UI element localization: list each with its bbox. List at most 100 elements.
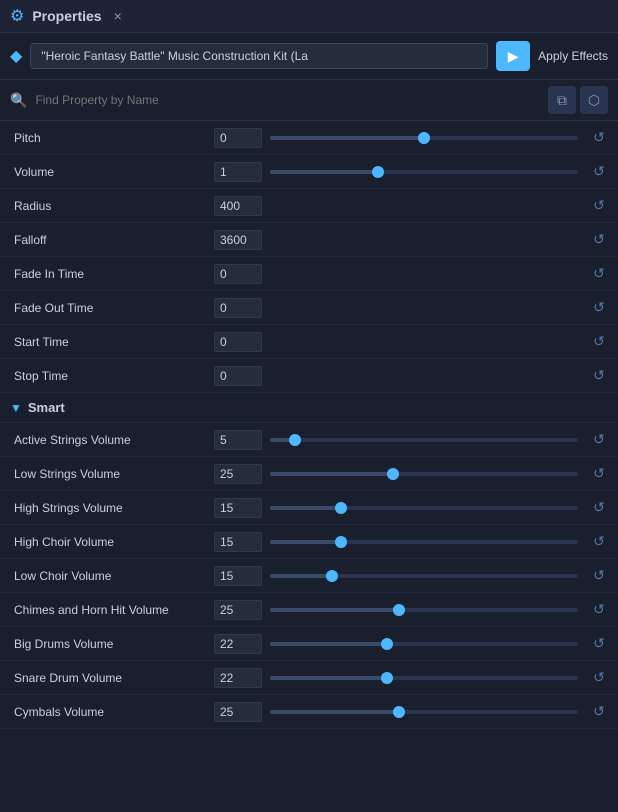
close-button[interactable]: × bbox=[114, 8, 122, 24]
slider-thumb[interactable] bbox=[335, 502, 347, 514]
slider-fill bbox=[270, 710, 399, 714]
property-row: Snare Drum Volume22 ↺ bbox=[0, 661, 618, 695]
property-value[interactable]: 0 bbox=[214, 128, 262, 148]
reset-button[interactable]: ↺ bbox=[590, 129, 608, 147]
copy-button[interactable]: ⧉ bbox=[548, 86, 576, 114]
slider-thumb[interactable] bbox=[372, 166, 384, 178]
property-value[interactable]: 22 bbox=[214, 634, 262, 654]
property-value[interactable]: 3600 bbox=[214, 230, 262, 250]
property-value[interactable]: 0 bbox=[214, 264, 262, 284]
property-row: Low Choir Volume15↺ bbox=[0, 559, 618, 593]
property-value[interactable]: 25 bbox=[214, 702, 262, 722]
smart-properties-list: Active Strings Volume5↺Low Strings Volum… bbox=[0, 423, 618, 729]
reset-button[interactable]: ↺ bbox=[590, 231, 608, 249]
property-row: Volume1 ↺ bbox=[0, 155, 618, 189]
slider-container[interactable] bbox=[270, 574, 578, 578]
slider-thumb[interactable] bbox=[381, 672, 393, 684]
property-value[interactable]: 15 bbox=[214, 566, 262, 586]
property-value[interactable]: 22 bbox=[214, 668, 262, 688]
slider-fill bbox=[270, 574, 332, 578]
search-icon: 🔍 bbox=[10, 92, 27, 109]
property-row: Active Strings Volume5↺ bbox=[0, 423, 618, 457]
slider-thumb[interactable] bbox=[418, 132, 430, 144]
slider-thumb[interactable] bbox=[393, 706, 405, 718]
property-value[interactable]: 25 bbox=[214, 600, 262, 620]
reset-button[interactable]: ↺ bbox=[590, 163, 608, 181]
slider-thumb[interactable] bbox=[289, 434, 301, 446]
reset-button[interactable]: ↺ bbox=[590, 703, 608, 721]
slider-fill bbox=[270, 676, 387, 680]
smart-section-header[interactable]: ▼ Smart bbox=[0, 393, 618, 423]
property-row: Chimes and Horn Hit Volume25 ↺ bbox=[0, 593, 618, 627]
slider-container[interactable] bbox=[270, 506, 578, 510]
property-label: Snare Drum Volume bbox=[14, 671, 214, 685]
property-row: Fade Out Time0 ↺ bbox=[0, 291, 618, 325]
reset-button[interactable]: ↺ bbox=[590, 465, 608, 483]
slider-container[interactable] bbox=[270, 710, 578, 714]
slider-container[interactable] bbox=[270, 642, 578, 646]
slider-fill bbox=[270, 540, 341, 544]
property-row: Falloff3600↺ bbox=[0, 223, 618, 257]
reset-button[interactable]: ↺ bbox=[590, 265, 608, 283]
reset-button[interactable]: ↺ bbox=[590, 567, 608, 585]
property-row: Big Drums Volume22↺ bbox=[0, 627, 618, 661]
icon-buttons: ⧉ ⬡ bbox=[548, 86, 608, 114]
reset-button[interactable]: ↺ bbox=[590, 299, 608, 317]
property-label: High Choir Volume bbox=[14, 535, 214, 549]
property-row: Pitch0 ↺ bbox=[0, 121, 618, 155]
property-value[interactable]: 0 bbox=[214, 366, 262, 386]
property-value[interactable]: 15 bbox=[214, 498, 262, 518]
slider-fill bbox=[270, 472, 393, 476]
property-label: Stop Time bbox=[14, 369, 214, 383]
property-label: Volume bbox=[14, 165, 214, 179]
reset-button[interactable]: ↺ bbox=[590, 635, 608, 653]
slider-thumb[interactable] bbox=[326, 570, 338, 582]
slider-thumb[interactable] bbox=[393, 604, 405, 616]
reset-button[interactable]: ↺ bbox=[590, 669, 608, 687]
property-value[interactable]: 400 bbox=[214, 196, 262, 216]
slider-thumb[interactable] bbox=[335, 536, 347, 548]
asset-name: "Heroic Fantasy Battle" Music Constructi… bbox=[30, 43, 488, 69]
slider-thumb[interactable] bbox=[387, 468, 399, 480]
property-label: Radius bbox=[14, 199, 214, 213]
basic-properties-list: Pitch0↺Volume1↺Radius400↺Falloff3600↺Fad… bbox=[0, 121, 618, 393]
reset-button[interactable]: ↺ bbox=[590, 533, 608, 551]
reset-button[interactable]: ↺ bbox=[590, 197, 608, 215]
search-input[interactable] bbox=[35, 93, 540, 107]
slider-container[interactable] bbox=[270, 676, 578, 680]
property-value[interactable]: 5 bbox=[214, 430, 262, 450]
property-label: High Strings Volume bbox=[14, 501, 214, 515]
property-label: Pitch bbox=[14, 131, 214, 145]
property-value[interactable]: 0 bbox=[214, 332, 262, 352]
property-value[interactable]: 1 bbox=[214, 162, 262, 182]
slider-container[interactable] bbox=[270, 540, 578, 544]
property-label: Fade Out Time bbox=[14, 301, 214, 315]
slider-container[interactable] bbox=[270, 608, 578, 612]
property-row: Fade In Time0↺ bbox=[0, 257, 618, 291]
property-value[interactable]: 15 bbox=[214, 532, 262, 552]
title-bar-label: Properties bbox=[32, 8, 101, 24]
header-bar: ◆ "Heroic Fantasy Battle" Music Construc… bbox=[0, 33, 618, 80]
reset-button[interactable]: ↺ bbox=[590, 499, 608, 517]
smart-section-title: Smart bbox=[28, 400, 65, 415]
property-row: Cymbals Volume25 ↺ bbox=[0, 695, 618, 729]
property-label: Chimes and Horn Hit Volume bbox=[14, 603, 214, 617]
asset-icon: ◆ bbox=[10, 46, 22, 66]
slider-container[interactable] bbox=[270, 472, 578, 476]
play-button[interactable]: ▶ bbox=[496, 41, 530, 71]
slider-container[interactable] bbox=[270, 170, 578, 174]
reset-button[interactable]: ↺ bbox=[590, 431, 608, 449]
slider-thumb[interactable] bbox=[381, 638, 393, 650]
apply-effects-button[interactable]: Apply Effects bbox=[538, 49, 608, 63]
reset-button[interactable]: ↺ bbox=[590, 601, 608, 619]
property-value[interactable]: 0 bbox=[214, 298, 262, 318]
title-bar: ⚙ Properties × bbox=[0, 0, 618, 33]
property-value[interactable]: 25 bbox=[214, 464, 262, 484]
reset-button[interactable]: ↺ bbox=[590, 333, 608, 351]
slider-container[interactable] bbox=[270, 136, 578, 140]
property-row: Low Strings Volume25↺ bbox=[0, 457, 618, 491]
paste-button[interactable]: ⬡ bbox=[580, 86, 608, 114]
reset-button[interactable]: ↺ bbox=[590, 367, 608, 385]
slider-container[interactable] bbox=[270, 438, 578, 442]
property-label: Cymbals Volume bbox=[14, 705, 214, 719]
